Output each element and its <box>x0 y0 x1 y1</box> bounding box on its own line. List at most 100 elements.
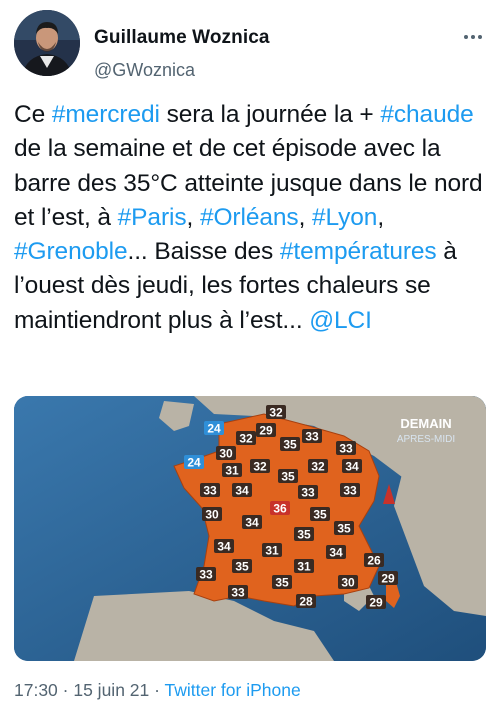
temperature-badge: 33 <box>200 483 220 498</box>
temperature-badge: 29 <box>366 595 386 610</box>
tweet-hashtag-link[interactable]: #Paris <box>118 204 187 231</box>
temperature-value: 32 <box>269 406 283 420</box>
temperature-badge: 33 <box>228 585 248 600</box>
tweet-hashtag-link[interactable]: #chaude <box>380 101 473 128</box>
weather-map: DEMAIN APRES-MIDI 32292432 353330 332431 32… <box>14 396 486 661</box>
tweet-client[interactable]: Twitter for iPhone <box>165 680 301 700</box>
temperature-value: 35 <box>283 438 297 452</box>
meta-separator: · <box>57 680 74 700</box>
temperature-value: 34 <box>245 516 259 530</box>
temperature-badge: 30 <box>202 507 222 522</box>
avatar[interactable] <box>14 10 80 76</box>
tweet-text: Ce #mercredi sera la journée la + #chaud… <box>14 98 492 338</box>
temperature-badge: 34 <box>326 545 346 560</box>
temperature-value: 32 <box>311 460 325 474</box>
temperature-value: 26 <box>367 554 381 568</box>
temperature-value: 36 <box>273 502 287 516</box>
temperature-value: 33 <box>203 484 217 498</box>
tweet-text-segment: ... Baisse des <box>127 238 280 266</box>
tweet-hashtag-link[interactable]: #Orléans <box>200 204 299 231</box>
temperature-badge: 32 <box>236 431 256 446</box>
tweet-text-segment: , <box>186 203 200 231</box>
temperature-badge: 35 <box>272 575 292 590</box>
temperature-badge: 32 <box>308 459 328 474</box>
tweet-hashtag-link[interactable]: #Lyon <box>312 204 377 231</box>
tweet-hashtag-link[interactable]: @LCI <box>309 307 372 334</box>
temperature-badge: 33 <box>336 441 356 456</box>
avatar-image <box>14 10 80 76</box>
temperature-value: 35 <box>297 528 311 542</box>
tweet-hashtag-link[interactable]: #mercredi <box>52 101 160 128</box>
temperature-badge: 34 <box>242 515 262 530</box>
temperature-value: 34 <box>345 460 359 474</box>
temperature-badge: 35 <box>294 527 314 542</box>
tweet-text-segment: , <box>377 203 391 231</box>
temperature-badge: 34 <box>342 459 362 474</box>
temperature-badge: 31 <box>222 463 242 478</box>
temperature-value: 34 <box>235 484 249 498</box>
temperature-badge: 31 <box>262 543 282 558</box>
temperature-badge: 35 <box>310 507 330 522</box>
temperature-badge: 33 <box>302 429 322 444</box>
tweet-date[interactable]: 15 juin 21 <box>73 680 149 700</box>
meta-separator-2: · <box>149 680 165 700</box>
temperature-badge: 28 <box>296 594 316 609</box>
temperature-badge: 34 <box>232 483 252 498</box>
temperature-badge: 34 <box>214 539 234 554</box>
temperature-value: 33 <box>301 486 315 500</box>
temperature-value: 29 <box>369 596 383 610</box>
temperature-badge: 33 <box>298 485 318 500</box>
tweet-text-segment: , <box>298 203 312 231</box>
temperature-value: 32 <box>253 460 267 474</box>
temperature-badge: 33 <box>196 567 216 582</box>
temperature-value: 33 <box>343 484 357 498</box>
temperature-value: 31 <box>265 544 279 558</box>
temperature-badge: 35 <box>280 437 300 452</box>
temperature-value: 34 <box>329 546 343 560</box>
temperature-value: 35 <box>275 576 289 590</box>
temperature-value: 30 <box>219 447 233 461</box>
tweet-media-weather-map[interactable]: DEMAIN APRES-MIDI 32 29 24 32 35 33 30 33 24 31 32… <box>14 396 486 661</box>
temperature-badge: 30 <box>216 446 236 461</box>
temperature-value: 33 <box>199 568 213 582</box>
temperature-value: 32 <box>239 432 253 446</box>
temperature-badge: 35 <box>278 469 298 484</box>
tweet-time[interactable]: 17:30 <box>14 680 58 700</box>
temperature-badge: 35 <box>232 559 252 574</box>
temperature-badge: 33 <box>340 483 360 498</box>
temperature-badge: 29 <box>378 571 398 586</box>
temperature-value: 24 <box>187 456 201 470</box>
temperature-badge: 29 <box>256 423 276 438</box>
temperature-value: 30 <box>341 576 355 590</box>
temperature-value: 35 <box>235 560 249 574</box>
map-subtitle: APRES-MIDI <box>397 434 455 445</box>
temperature-value: 29 <box>259 424 273 438</box>
temperature-value: 31 <box>297 560 311 574</box>
author-name[interactable]: Guillaume Woznica <box>94 27 270 49</box>
temperature-value: 33 <box>231 586 245 600</box>
author-handle[interactable]: @GWoznica <box>94 60 195 81</box>
tweet-hashtag-link[interactable]: #températures <box>280 238 437 265</box>
temperature-badge: 30 <box>338 575 358 590</box>
tweet-meta: 17:30 · 15 juin 21 · Twitter for iPhone <box>14 680 301 701</box>
temperature-badge: 36 <box>270 501 290 516</box>
temperature-value: 35 <box>313 508 327 522</box>
tweet-text-segment: sera la journée la + <box>159 101 381 128</box>
temperature-badge: 35 <box>334 521 354 536</box>
temperature-value: 29 <box>381 572 395 586</box>
temperature-value: 31 <box>225 464 239 478</box>
temperature-value: 34 <box>217 540 231 554</box>
temperature-value: 35 <box>281 470 295 484</box>
temperature-value: 33 <box>305 430 319 444</box>
more-dots-icon[interactable] <box>462 26 484 48</box>
tweet-hashtag-link[interactable]: #Grenoble <box>14 238 128 265</box>
temperature-badge: 26 <box>364 553 384 568</box>
temperature-value: 24 <box>207 422 221 436</box>
temperature-value: 35 <box>337 522 351 536</box>
tweet-text-segment: Ce <box>14 101 52 128</box>
temperature-value: 33 <box>339 442 353 456</box>
tweet-header: Guillaume Woznica @GWoznica <box>14 10 484 80</box>
temperature-badge: 32 <box>250 459 270 474</box>
temperature-value: 28 <box>299 595 313 609</box>
temperature-badge: 24 <box>204 421 224 436</box>
